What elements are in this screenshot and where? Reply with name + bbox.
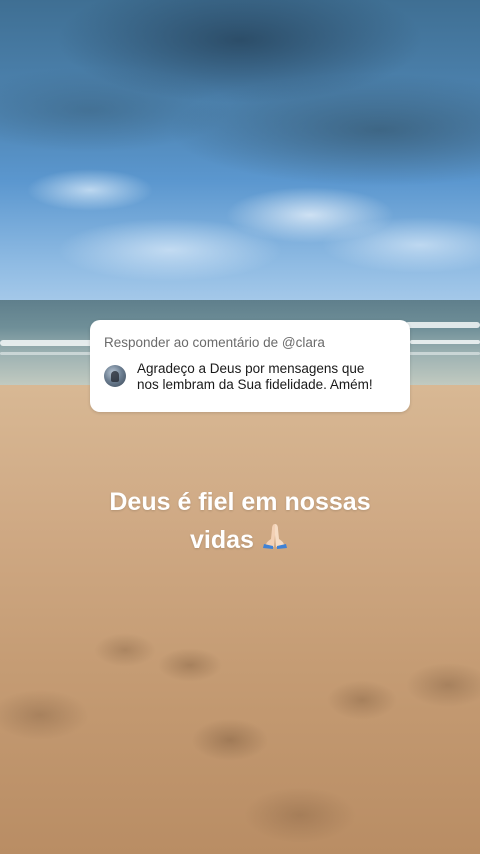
reply-header: Responder ao comentário de @clara [104, 335, 325, 350]
user-avatar[interactable] [104, 365, 126, 387]
sky-background [0, 0, 480, 330]
video-frame[interactable]: Responder ao comentário de @clara Agrade… [0, 0, 480, 854]
reply-comment-text: Agradeço a Deus por mensagens que nos le… [137, 361, 373, 392]
wave-foam [405, 322, 480, 328]
caption-line-2: vidas [190, 526, 254, 554]
reply-comment-card[interactable]: Responder ao comentário de @clara Agrade… [90, 320, 410, 412]
sand-background [0, 385, 480, 854]
praying-hands-icon [262, 524, 287, 549]
caption-line-1: Deus é fiel em nossas [109, 488, 371, 516]
footprints [0, 385, 480, 854]
caption-line-2-wrap: vidas [60, 521, 420, 559]
video-caption: Deus é fiel em nossas vidas [60, 483, 420, 559]
reply-comment-row: Agradeço a Deus por mensagens que nos le… [104, 361, 396, 393]
wave-foam [410, 340, 480, 344]
wave-foam [0, 340, 95, 346]
